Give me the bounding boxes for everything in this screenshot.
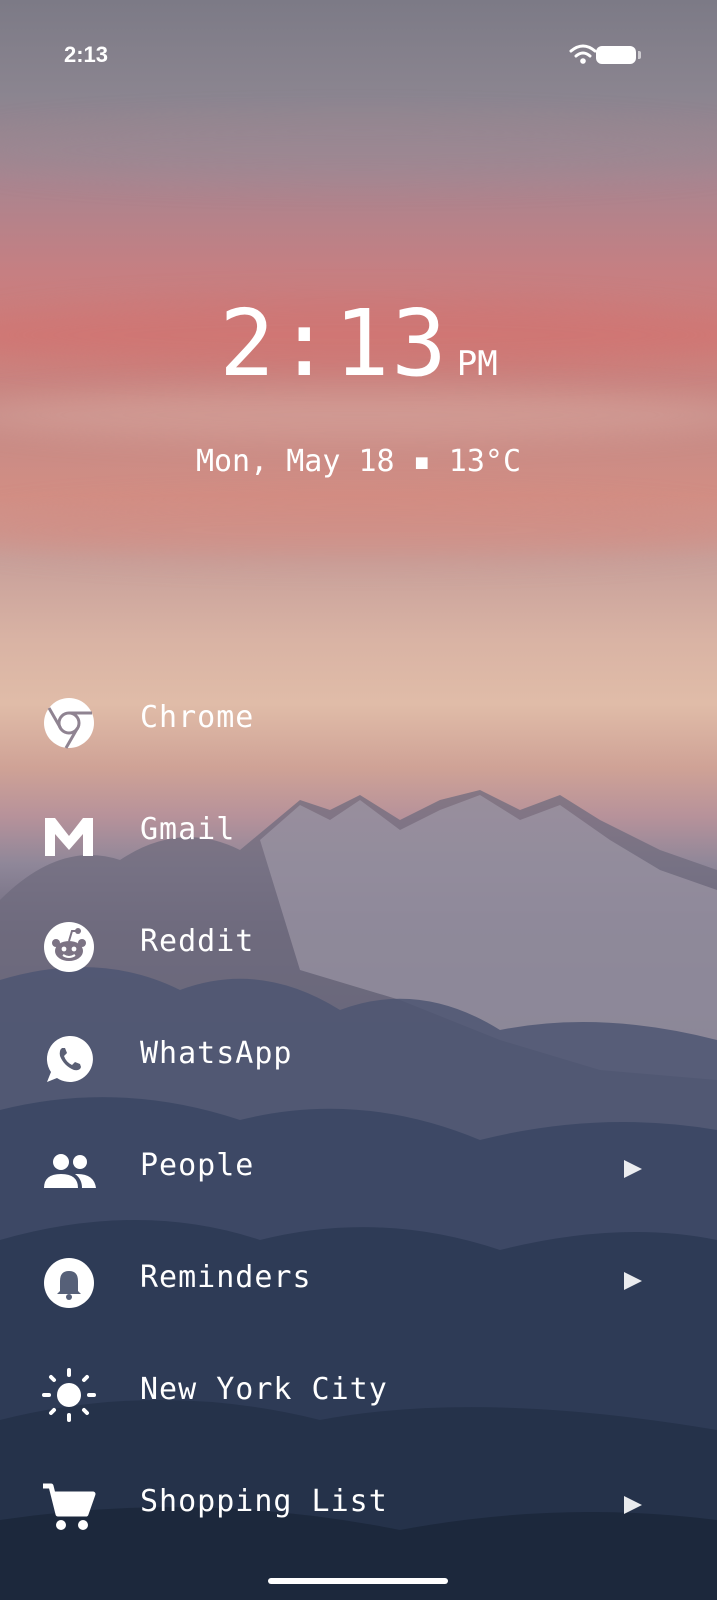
whatsapp-icon	[40, 1030, 98, 1088]
expand-arrow-icon[interactable]	[624, 1496, 642, 1514]
home-indicator[interactable]	[268, 1578, 448, 1584]
app-label: Chrome	[140, 700, 255, 735]
app-reddit[interactable]: Reddit	[0, 902, 717, 982]
people-icon	[40, 1142, 98, 1200]
app-gmail[interactable]: Gmail	[0, 790, 717, 870]
app-label: New York City	[140, 1372, 388, 1407]
sun-icon	[40, 1366, 98, 1424]
date-weather[interactable]: Mon, May 18 ▪ 13°C	[0, 444, 717, 479]
app-label: People	[140, 1148, 255, 1183]
clock-time: 2:13	[219, 290, 449, 397]
app-weather[interactable]: New York City	[0, 1350, 717, 1430]
chrome-icon	[40, 694, 98, 752]
status-time: 2:13	[64, 42, 109, 67]
expand-arrow-icon[interactable]	[624, 1160, 642, 1178]
clock-widget[interactable]: 2:13 PM	[0, 290, 717, 397]
bell-icon	[40, 1254, 98, 1312]
battery-cap	[638, 51, 641, 59]
cloud-band	[0, 500, 717, 560]
reddit-icon	[40, 918, 98, 976]
home-screen: 2:13 2:13 PM Mon, May 18 ▪ 13°C Chrome G…	[0, 0, 717, 1600]
cloud-band	[0, 390, 717, 440]
gmail-icon	[40, 806, 98, 864]
app-label: Reddit	[140, 924, 255, 959]
cart-icon	[40, 1478, 98, 1536]
battery-icon	[596, 46, 636, 64]
app-label: Shopping List	[140, 1484, 388, 1519]
app-label: Reminders	[140, 1260, 312, 1295]
app-reminders[interactable]: Reminders	[0, 1238, 717, 1318]
app-label: WhatsApp	[140, 1036, 293, 1071]
expand-arrow-icon[interactable]	[624, 1272, 642, 1290]
status-bar: 2:13	[0, 38, 717, 74]
app-people[interactable]: People	[0, 1126, 717, 1206]
app-label: Gmail	[140, 812, 236, 847]
app-shopping-list[interactable]: Shopping List	[0, 1462, 717, 1542]
app-chrome[interactable]: Chrome	[0, 678, 717, 758]
wifi-icon	[569, 44, 597, 64]
clock-ampm: PM	[456, 344, 498, 384]
cloud-band	[0, 120, 717, 180]
app-whatsapp[interactable]: WhatsApp	[0, 1014, 717, 1094]
